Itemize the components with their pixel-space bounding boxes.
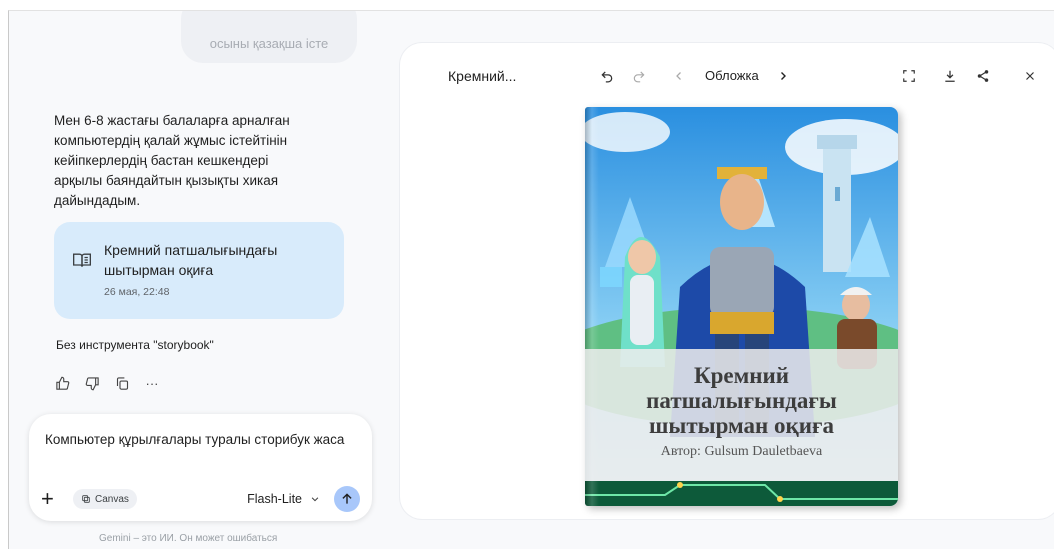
thumb-up-icon[interactable] — [54, 375, 70, 391]
user-message-text: осыны қазақша істе — [209, 36, 329, 51]
prompt-input[interactable]: Компьютер құрылғалары туралы сторибук жа… — [45, 430, 355, 450]
model-selector[interactable]: Flash-Lite — [247, 492, 320, 506]
prompt-composer: Компьютер құрылғалары туралы сторибук жа… — [29, 414, 372, 521]
cover-title-block: Кремний патшалығындағы шытырман оқиға Ав… — [585, 349, 898, 481]
book-open-icon — [73, 253, 91, 267]
document-card-title: Кремний патшалығындағы шытырман оқиға — [104, 242, 278, 278]
thumb-down-icon[interactable] — [84, 375, 100, 391]
disclaimer-text: Gemini – это ИИ. Он может ошибаться — [99, 533, 278, 542]
redo-icon[interactable] — [630, 67, 648, 85]
book-cover[interactable]: Кремний патшалығындағы шытырман оқиға Ав… — [585, 107, 898, 506]
send-button[interactable] — [334, 486, 360, 512]
canvas-chip[interactable]: Canvas — [73, 489, 137, 509]
chevron-left-icon[interactable] — [670, 67, 688, 85]
undo-icon[interactable] — [598, 67, 616, 85]
storybook-panel: Кремний... Обложка Кремний патшалығындағ… — [400, 43, 1054, 519]
app-frame: осыны қазақша істе Мен 6-8 жастағы балал… — [8, 10, 1054, 549]
page-label: Обложка — [705, 68, 759, 83]
response-actions: ··· — [54, 375, 160, 391]
book-title: Кремний патшалығындағы шытырман оқиға — [646, 363, 837, 438]
canvas-icon — [82, 495, 90, 503]
close-icon[interactable] — [1021, 67, 1039, 85]
assistant-reply-text: Мен 6-8 жастағы балаларға арналған компь… — [54, 113, 290, 208]
arrow-up-icon — [342, 493, 352, 504]
copy-icon[interactable] — [114, 375, 130, 391]
fullscreen-icon[interactable] — [900, 67, 918, 85]
more-icon[interactable]: ··· — [144, 375, 160, 391]
chevron-right-icon[interactable] — [774, 67, 792, 85]
tool-note: Без инструмента "storybook" — [56, 338, 214, 352]
book-author: Автор: Gulsum Dauletbaeva — [660, 444, 823, 459]
add-button[interactable]: + — [41, 488, 61, 510]
share-icon[interactable] — [974, 67, 992, 85]
document-card-body: Кремний патшалығындағы шытырман оқиға 26… — [104, 240, 326, 319]
user-message-bubble: осыны қазақша істе — [181, 11, 357, 63]
canvas-chip-label: Canvas — [95, 493, 129, 505]
panel-title: Кремний... — [448, 68, 517, 84]
storybook-document-card[interactable]: Кремний патшалығындағы шытырман оқиға 26… — [54, 222, 344, 319]
download-icon[interactable] — [941, 67, 959, 85]
composer-toolbar: + Canvas Flash-Lite — [41, 485, 360, 513]
chevron-down-icon — [311, 497, 319, 502]
model-selector-label: Flash-Lite — [247, 492, 302, 506]
document-card-date: 26 мая, 22:48 — [104, 286, 170, 298]
